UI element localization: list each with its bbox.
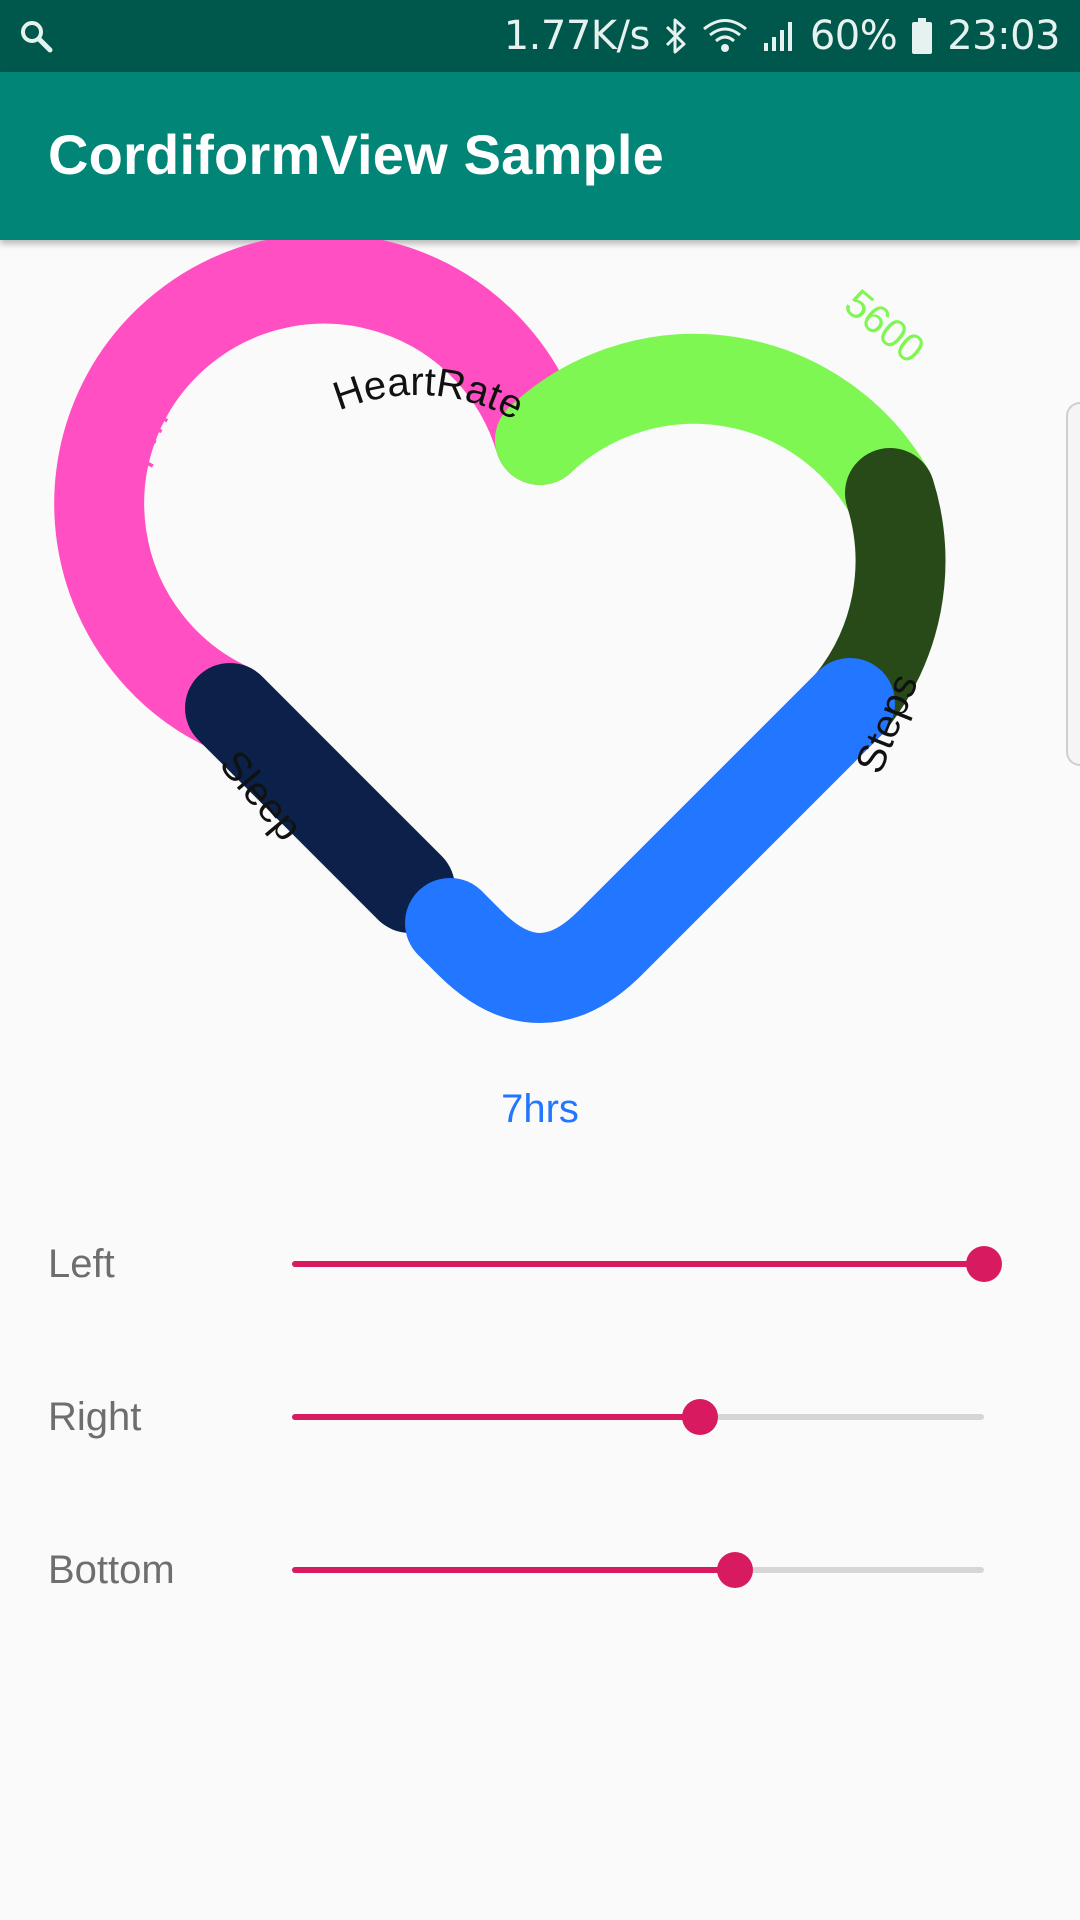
right-seekbar-thumb[interactable] xyxy=(682,1399,719,1435)
sleep-value-label: 7hrs xyxy=(501,1087,579,1131)
left-seekbar[interactable] xyxy=(292,1246,1002,1282)
slider-label-left: Left xyxy=(48,1242,115,1286)
bottom-seekbar-thumb[interactable] xyxy=(716,1552,753,1588)
app-title: CordiformView Sample xyxy=(48,123,665,186)
left-seekbar-progress xyxy=(292,1261,984,1267)
cordiform-chart: 68bpm HeartRate 5600 Steps Sleep 7hrs xyxy=(54,240,946,1131)
steps-value-label: 5600 xyxy=(836,281,932,372)
left-seekbar-thumb[interactable] xyxy=(966,1246,1002,1282)
app-bar: CordiformView Sample xyxy=(0,72,1080,240)
sleep-segment-cap xyxy=(405,878,495,968)
network-speed: 1.77K/s xyxy=(503,13,651,59)
sleep-value-text: 7hrs xyxy=(501,1087,579,1131)
battery-icon xyxy=(911,17,933,55)
status-bar: 1.77K/s 60% 23:03 xyxy=(0,0,1080,72)
signal-icon xyxy=(762,19,796,53)
slider-row-bottom: Bottom xyxy=(0,1530,1080,1610)
search-icon xyxy=(21,21,53,53)
slider-label-bottom: Bottom xyxy=(48,1548,175,1592)
bottom-seekbar[interactable] xyxy=(292,1552,984,1588)
clock: 23:03 xyxy=(947,13,1060,59)
status-bar-right: 1.77K/s 60% 23:03 xyxy=(503,0,1061,72)
right-seekbar[interactable] xyxy=(292,1399,984,1435)
slider-row-right: Right xyxy=(0,1377,1080,1457)
bottom-seekbar-progress xyxy=(292,1567,735,1573)
right-seekbar-progress xyxy=(292,1414,701,1420)
wifi-icon xyxy=(702,18,748,54)
heartrate-segment xyxy=(54,240,585,753)
battery-percent: 60% xyxy=(809,13,898,59)
steps-value-text: 5600 xyxy=(836,281,932,372)
slider-label-right: Right xyxy=(48,1395,142,1439)
slider-row-left: Left xyxy=(0,1224,1080,1304)
edge-panel-handle[interactable] xyxy=(1066,402,1080,766)
steps-segment xyxy=(495,333,935,538)
bluetooth-icon xyxy=(664,17,688,55)
sleep-segment xyxy=(405,658,895,1023)
